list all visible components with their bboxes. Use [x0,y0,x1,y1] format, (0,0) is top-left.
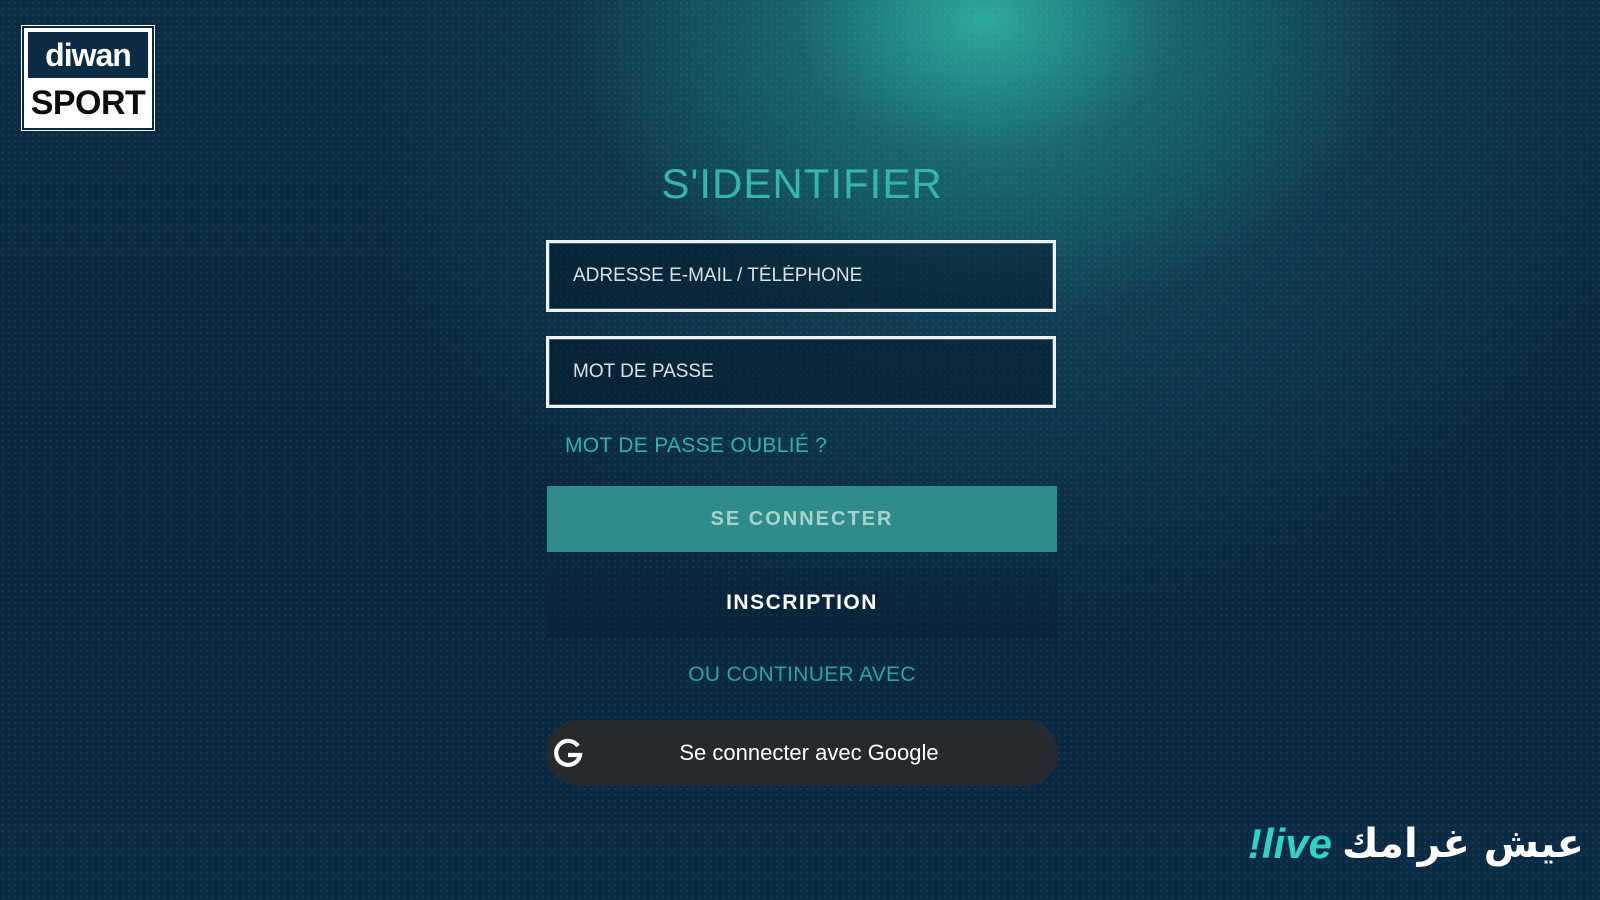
slogan-live: !live [1247,820,1332,867]
google-signin-button[interactable]: Se connecter avec Google [546,720,1058,786]
email-phone-input[interactable] [549,243,1053,309]
page-title: S'IDENTIFIER [661,160,943,207]
logo-wordmark-top: diwan [28,32,148,78]
diwan-sport-logo: diwan SPORT [22,26,154,130]
slogan-arabic: عيش غرامك [1341,821,1584,867]
or-continue-with-label: OU CONTINUER AVEC [688,663,916,686]
logo-wordmark-bottom: SPORT [30,83,146,122]
password-field-container [546,336,1056,408]
password-input[interactable] [549,339,1053,405]
google-g-icon [548,733,588,773]
slogan: !live عيش غرامك [1248,820,1584,868]
connect-button[interactable]: SE CONNECTER [547,486,1057,552]
email-field-container [546,240,1056,312]
signup-button[interactable]: INSCRIPTION [547,568,1057,638]
forgot-password-link[interactable]: MOT DE PASSE OUBLIÉ ? [565,434,827,458]
google-signin-label: Se connecter avec Google [679,740,939,765]
